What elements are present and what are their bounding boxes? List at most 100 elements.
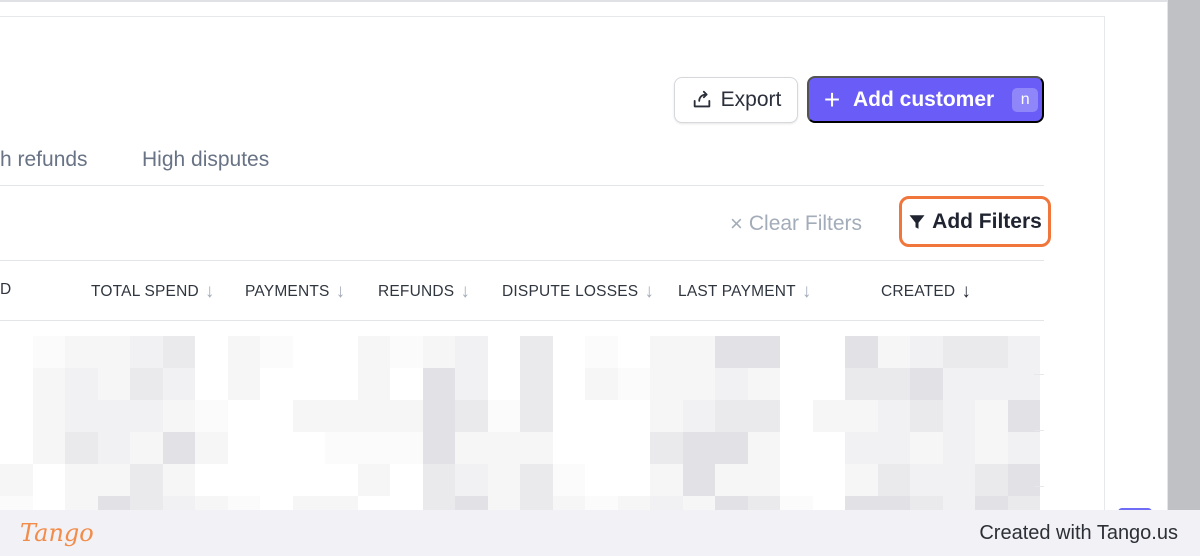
redacted-pixel: [292, 336, 325, 368]
redacted-pixel: [390, 400, 423, 432]
redacted-pixel: [975, 400, 1008, 432]
redacted-pixel: [227, 336, 260, 368]
add-filters-button[interactable]: Add Filters: [899, 196, 1051, 247]
redacted-pixel: [845, 400, 878, 432]
redacted-pixel: [845, 368, 878, 400]
redacted-pixel: [845, 496, 878, 510]
redacted-pixel: [292, 496, 325, 510]
redacted-pixel: [422, 464, 455, 496]
app-frame: Export + Add customer n h refunds High d…: [0, 0, 1200, 510]
redacted-pixel: [390, 368, 423, 400]
redacted-pixel: [910, 464, 943, 496]
redacted-pixel: [455, 496, 488, 510]
redacted-pixel: [65, 368, 98, 400]
column-header-id[interactable]: D: [0, 281, 11, 299]
redacted-pixel: [32, 496, 65, 510]
redacted-pixel: [65, 432, 98, 464]
column-header-dispute-losses[interactable]: DISPUTE LOSSES ↓: [502, 281, 654, 303]
redacted-pixel: [910, 336, 943, 368]
add-customer-button[interactable]: + Add customer n: [807, 76, 1044, 123]
close-icon: ×: [730, 211, 743, 236]
redacted-pixel: [747, 368, 780, 400]
redacted-pixel: [195, 464, 228, 496]
redacted-pixel: [552, 464, 585, 496]
arrow-down-icon: ↓: [460, 281, 471, 302]
export-icon: [693, 90, 710, 108]
redacted-pixel: [0, 496, 33, 510]
redacted-pixel: [650, 368, 683, 400]
customers-panel: Export + Add customer n h refunds High d…: [0, 0, 1168, 510]
redacted-pixel: [585, 336, 618, 368]
redacted-pixel: [422, 432, 455, 464]
redacted-pixel: [455, 368, 488, 400]
redacted-pixel: [975, 336, 1008, 368]
redacted-pixel: [812, 432, 845, 464]
scrollbar[interactable]: [1168, 0, 1200, 510]
redacted-pixel: [617, 496, 650, 510]
redacted-pixel: [812, 400, 845, 432]
redacted-pixel: [487, 400, 520, 432]
redacted-pixel: [325, 496, 358, 510]
redacted-pixel: [1007, 368, 1040, 400]
column-header-label: D: [0, 281, 12, 298]
redacted-pixel: [97, 336, 130, 368]
redacted-pixel: [357, 336, 390, 368]
redacted-pixel: [1007, 464, 1040, 496]
column-header-total-spend[interactable]: TOTAL SPEND ↓: [91, 281, 215, 303]
row-divider: [1034, 486, 1044, 487]
redacted-pixel: [487, 432, 520, 464]
redacted-pixel: [520, 336, 553, 368]
filters-divider: [0, 260, 1044, 261]
redacted-pixel: [812, 336, 845, 368]
redacted-pixel: [130, 336, 163, 368]
redacted-pixel: [747, 464, 780, 496]
redacted-pixel: [227, 496, 260, 510]
clear-filters-button[interactable]: × Clear Filters: [730, 211, 862, 237]
redacted-pixel: [0, 464, 33, 496]
redacted-pixel: [975, 432, 1008, 464]
redacted-pixel: [0, 368, 33, 400]
redacted-pixel: [1007, 400, 1040, 432]
tab-high-refunds[interactable]: h refunds: [0, 148, 88, 172]
redacted-pixel: [877, 432, 910, 464]
column-header-created[interactable]: CREATED ↓: [881, 281, 971, 303]
redacted-pixel: [260, 432, 293, 464]
arrow-down-icon: ↓: [204, 281, 215, 302]
redacted-pixel: [357, 400, 390, 432]
redacted-pixel: [552, 336, 585, 368]
redacted-pixel: [455, 432, 488, 464]
redacted-pixel: [845, 464, 878, 496]
redacted-pixel: [650, 336, 683, 368]
arrow-down-icon: ↓: [644, 281, 655, 302]
redacted-pixel: [487, 464, 520, 496]
content-edge-divider: [1104, 16, 1105, 510]
redacted-pixel: [260, 368, 293, 400]
column-header-last-payment[interactable]: LAST PAYMENT ↓: [678, 281, 812, 303]
redacted-pixel: [260, 464, 293, 496]
redacted-pixel: [97, 400, 130, 432]
redacted-pixel: [130, 368, 163, 400]
redacted-pixel: [130, 432, 163, 464]
redacted-pixel: [65, 400, 98, 432]
column-header-refunds[interactable]: REFUNDS ↓: [378, 281, 470, 303]
keyboard-shortcut-badge: n: [1012, 87, 1039, 112]
redacted-pixel: [0, 400, 33, 432]
export-button[interactable]: Export: [674, 77, 798, 123]
redacted-pixel: [357, 496, 390, 510]
redacted-pixel: [552, 432, 585, 464]
column-header-label: LAST PAYMENT: [678, 283, 796, 300]
redacted-pixel: [682, 432, 715, 464]
redacted-pixel: [162, 368, 195, 400]
redacted-pixel: [422, 400, 455, 432]
redacted-pixel: [877, 400, 910, 432]
redacted-pixel: [357, 432, 390, 464]
created-with-label: Created with Tango.us: [979, 521, 1178, 544]
redacted-pixel: [942, 464, 975, 496]
tab-high-disputes[interactable]: High disputes: [142, 148, 269, 172]
plus-icon: +: [823, 83, 841, 115]
add-customer-label: Add customer: [853, 87, 995, 111]
redacted-pixel: [845, 432, 878, 464]
header-divider: [0, 320, 1044, 321]
column-header-payments[interactable]: PAYMENTS ↓: [245, 281, 345, 303]
top-divider: [0, 16, 1104, 17]
